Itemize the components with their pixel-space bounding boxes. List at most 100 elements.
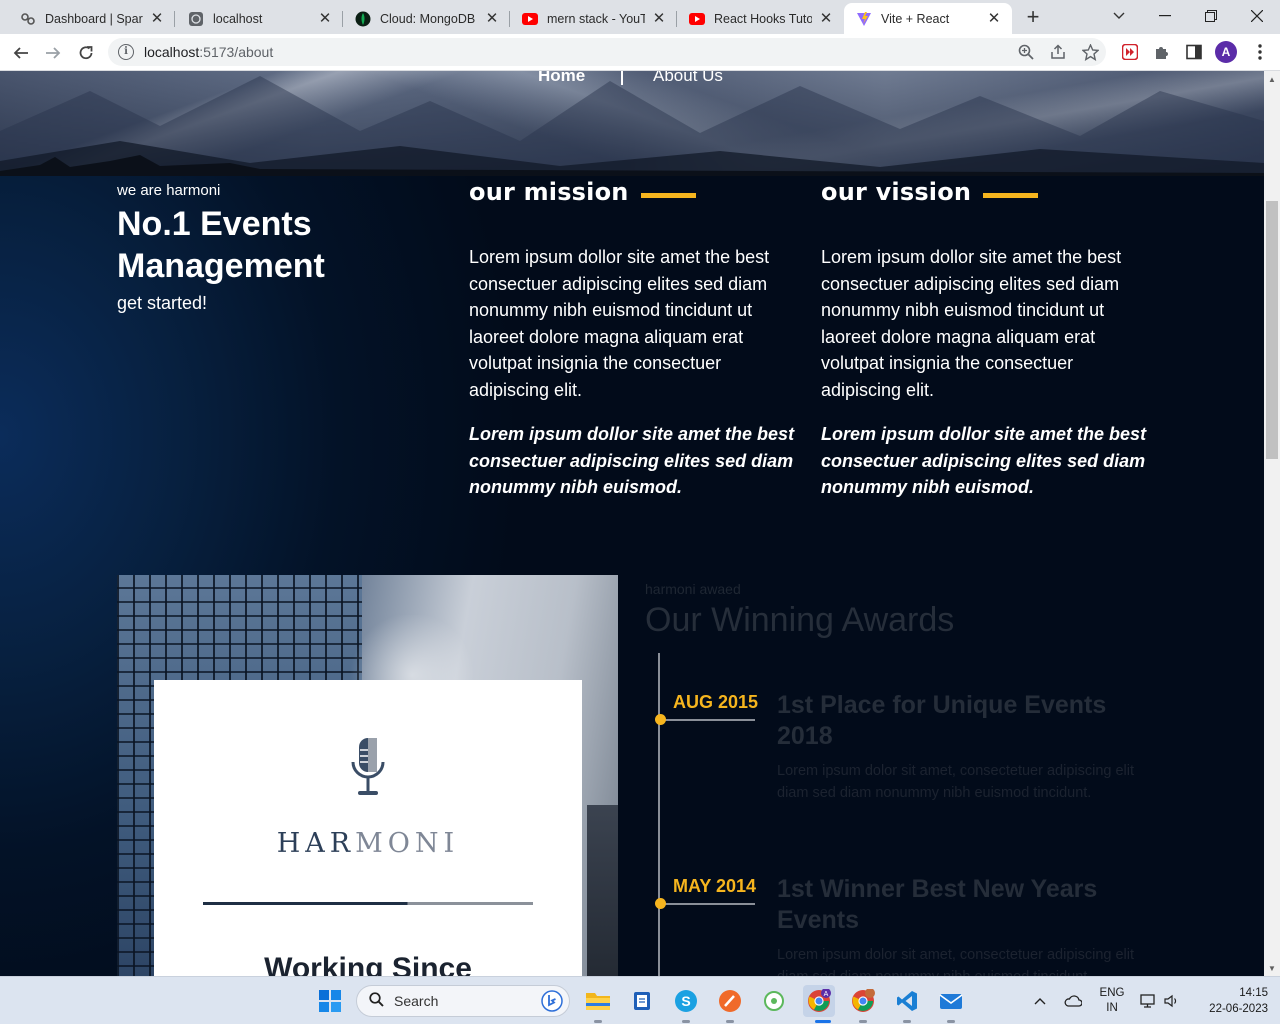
get-started-link[interactable]: get started!: [117, 293, 417, 314]
close-tab-icon[interactable]: ✕: [484, 10, 500, 27]
paint-app-icon[interactable]: [714, 985, 746, 1017]
harmoni-logo-card: HARMONI Working Since: [154, 680, 582, 976]
vscode-icon[interactable]: [891, 985, 923, 1017]
card-divider: [203, 902, 533, 905]
url-path: :5173/about: [199, 44, 274, 60]
green-app-icon[interactable]: [758, 985, 790, 1017]
nav-divider: [621, 71, 623, 85]
close-tab-icon[interactable]: ✕: [651, 10, 667, 27]
region-code: IN: [1106, 1002, 1118, 1014]
award-date: MAY 2014: [673, 876, 757, 896]
back-button[interactable]: [8, 40, 34, 66]
distant-tower: [587, 805, 618, 976]
side-panel-icon[interactable]: [1184, 42, 1204, 62]
clock-date: 22-06-2023: [1209, 1003, 1268, 1015]
tab-vite-react[interactable]: Vite + React ✕: [844, 3, 1012, 34]
chrome-profile-b-icon[interactable]: [847, 985, 879, 1017]
svg-text:S: S: [681, 993, 690, 1009]
zoom-icon[interactable]: [1016, 42, 1036, 62]
youtube-icon: [522, 11, 538, 27]
close-window-button[interactable]: [1234, 0, 1280, 32]
timeline-branch: [660, 903, 755, 905]
vite-icon: [856, 11, 872, 27]
tab-title: Vite + React: [881, 11, 950, 26]
skype-icon[interactable]: S: [670, 985, 702, 1017]
notepad-app-icon[interactable]: [626, 985, 658, 1017]
system-clock[interactable]: 14:15 22-06-2023: [1192, 985, 1268, 1017]
taskbar-search[interactable]: Search: [356, 985, 570, 1017]
intro-title: No.1 Events Management: [117, 205, 325, 285]
browser-menu-icon[interactable]: [1250, 42, 1270, 62]
scroll-up-arrow-icon[interactable]: ▲: [1264, 71, 1280, 87]
running-indicator: [947, 1020, 955, 1023]
mission-heading-text: our mission: [469, 178, 629, 206]
site-info-icon[interactable]: i: [118, 44, 134, 60]
timeline-dot: [655, 714, 666, 725]
running-indicator: [682, 1020, 690, 1023]
scrollbar-thumb[interactable]: [1266, 201, 1278, 459]
tab-title: Dashboard | Sparks: [45, 11, 143, 26]
restore-button[interactable]: [1188, 0, 1234, 32]
address-bar[interactable]: i localhost:5173/about: [108, 38, 1106, 66]
close-tab-icon[interactable]: ✕: [818, 10, 834, 27]
tab-dashboard-sparks[interactable]: Dashboard | Sparks ✕: [8, 3, 175, 34]
new-tab-button[interactable]: +: [1022, 6, 1044, 28]
toolbar: i localhost:5173/about A: [0, 34, 1280, 71]
nav-about-link[interactable]: About Us: [653, 71, 723, 86]
forward-button[interactable]: [40, 40, 66, 66]
tab-youtube-mern[interactable]: mern stack - YouTu ✕: [510, 3, 677, 34]
file-explorer-icon[interactable]: [582, 985, 614, 1017]
profile-avatar[interactable]: A: [1215, 41, 1237, 63]
language-indicator[interactable]: ENG IN: [1098, 977, 1126, 1024]
nav-home-link[interactable]: Home: [538, 71, 585, 86]
timeline-vertical-line: [658, 653, 660, 976]
awards-eyebrow: harmoni awaed: [645, 581, 741, 597]
page-scrollbar[interactable]: ▲ ▼: [1264, 71, 1280, 976]
awards-heading: Our Winning Awards: [645, 601, 955, 639]
close-tab-icon[interactable]: ✕: [986, 10, 1002, 27]
extensions-puzzle-icon[interactable]: [1152, 42, 1172, 62]
tab-mongodb[interactable]: Cloud: MongoDB C ✕: [343, 3, 510, 34]
reload-button[interactable]: [73, 40, 99, 66]
tab-youtube-react-hooks[interactable]: React Hooks Tutori ✕: [677, 3, 844, 34]
vision-heading-text: our vission: [821, 178, 972, 206]
mission-heading: our mission: [469, 178, 799, 206]
active-indicator: [815, 1020, 831, 1023]
award-date: AUG 2015: [673, 692, 759, 712]
heading-accent-bar: [640, 192, 696, 198]
network-icon[interactable]: [1140, 977, 1158, 1024]
close-tab-icon[interactable]: ✕: [149, 10, 165, 27]
onedrive-cloud-icon[interactable]: [1064, 977, 1082, 1024]
tab-strip: Dashboard | Sparks ✕ localhost ✕ Cloud: …: [0, 0, 1280, 34]
scroll-down-arrow-icon[interactable]: ▼: [1264, 960, 1280, 976]
working-since-text: Working Since: [264, 952, 472, 976]
chrome-profile-a-icon[interactable]: A: [803, 985, 835, 1017]
extension-red-icon[interactable]: [1120, 42, 1140, 62]
search-icon: [369, 992, 384, 1010]
windows-start-icon[interactable]: [314, 985, 346, 1017]
vision-heading: our vission: [821, 178, 1151, 206]
tab-localhost[interactable]: localhost ✕: [176, 3, 343, 34]
bing-icon[interactable]: [541, 990, 563, 1015]
close-tab-icon[interactable]: ✕: [317, 10, 333, 27]
mongodb-icon: [355, 11, 371, 27]
mail-icon[interactable]: [935, 985, 967, 1017]
timeline-branch: [660, 719, 755, 721]
timeline-dot: [655, 898, 666, 909]
search-label: Search: [394, 993, 439, 1009]
show-hidden-icons-chevron-icon[interactable]: [1034, 977, 1046, 1024]
about-section: we are harmoni No.1 Events Management ge…: [0, 176, 1264, 976]
intro-block: we are harmoni No.1 Events Management ge…: [117, 182, 417, 314]
minimize-button[interactable]: [1142, 0, 1188, 32]
volume-icon[interactable]: [1164, 977, 1180, 1024]
svg-text:A: A: [824, 991, 829, 998]
awards-header: harmoni awaed Our Winning Awards: [645, 581, 1165, 640]
sparks-icon: [20, 11, 36, 27]
tab-search-chevron-icon[interactable]: [1096, 0, 1142, 32]
hero-banner: Home About Us: [0, 71, 1264, 176]
tab-title: Cloud: MongoDB C: [380, 11, 478, 26]
share-icon[interactable]: [1048, 42, 1068, 62]
tab-title: localhost: [213, 11, 263, 26]
windows-taskbar: Search S A ENG IN 14:15 22-06-2023: [0, 976, 1280, 1024]
bookmark-star-icon[interactable]: [1080, 42, 1100, 62]
